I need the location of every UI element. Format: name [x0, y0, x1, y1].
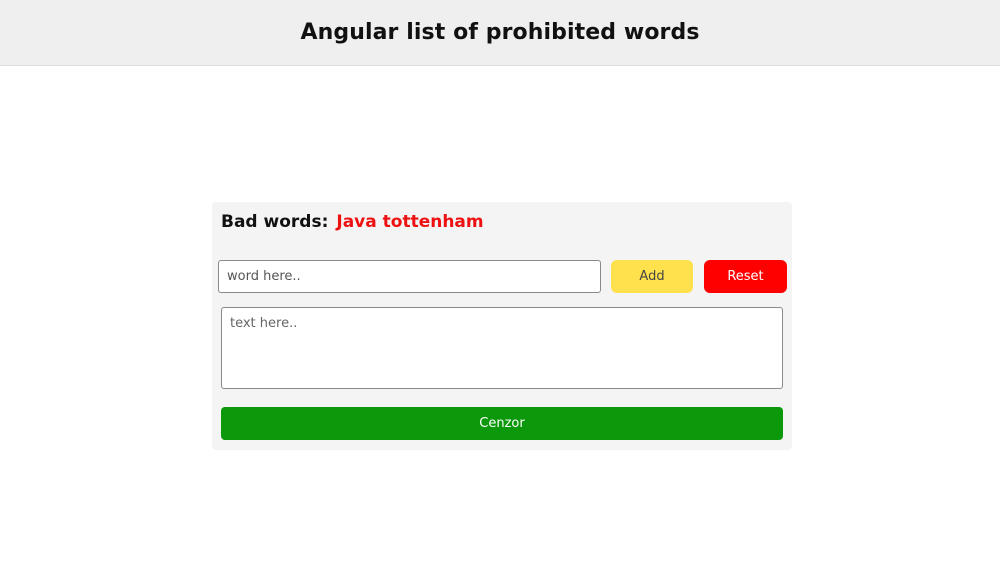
cenzor-button[interactable]: Cenzor: [221, 407, 783, 440]
app-header: Angular list of prohibited words: [0, 0, 1000, 66]
text-input-area[interactable]: [221, 307, 783, 389]
reset-button[interactable]: Reset: [704, 260, 787, 293]
bad-words-list: Java tottenham: [336, 212, 484, 232]
bad-words-label: Bad words:: [221, 212, 329, 232]
word-input[interactable]: [218, 260, 601, 293]
censor-panel: Bad words: Java tottenham Add Reset Cenz…: [212, 202, 792, 450]
add-button[interactable]: Add: [611, 260, 693, 293]
page-title: Angular list of prohibited words: [300, 20, 700, 45]
bad-words-summary: Bad words: Java tottenham: [221, 210, 484, 234]
